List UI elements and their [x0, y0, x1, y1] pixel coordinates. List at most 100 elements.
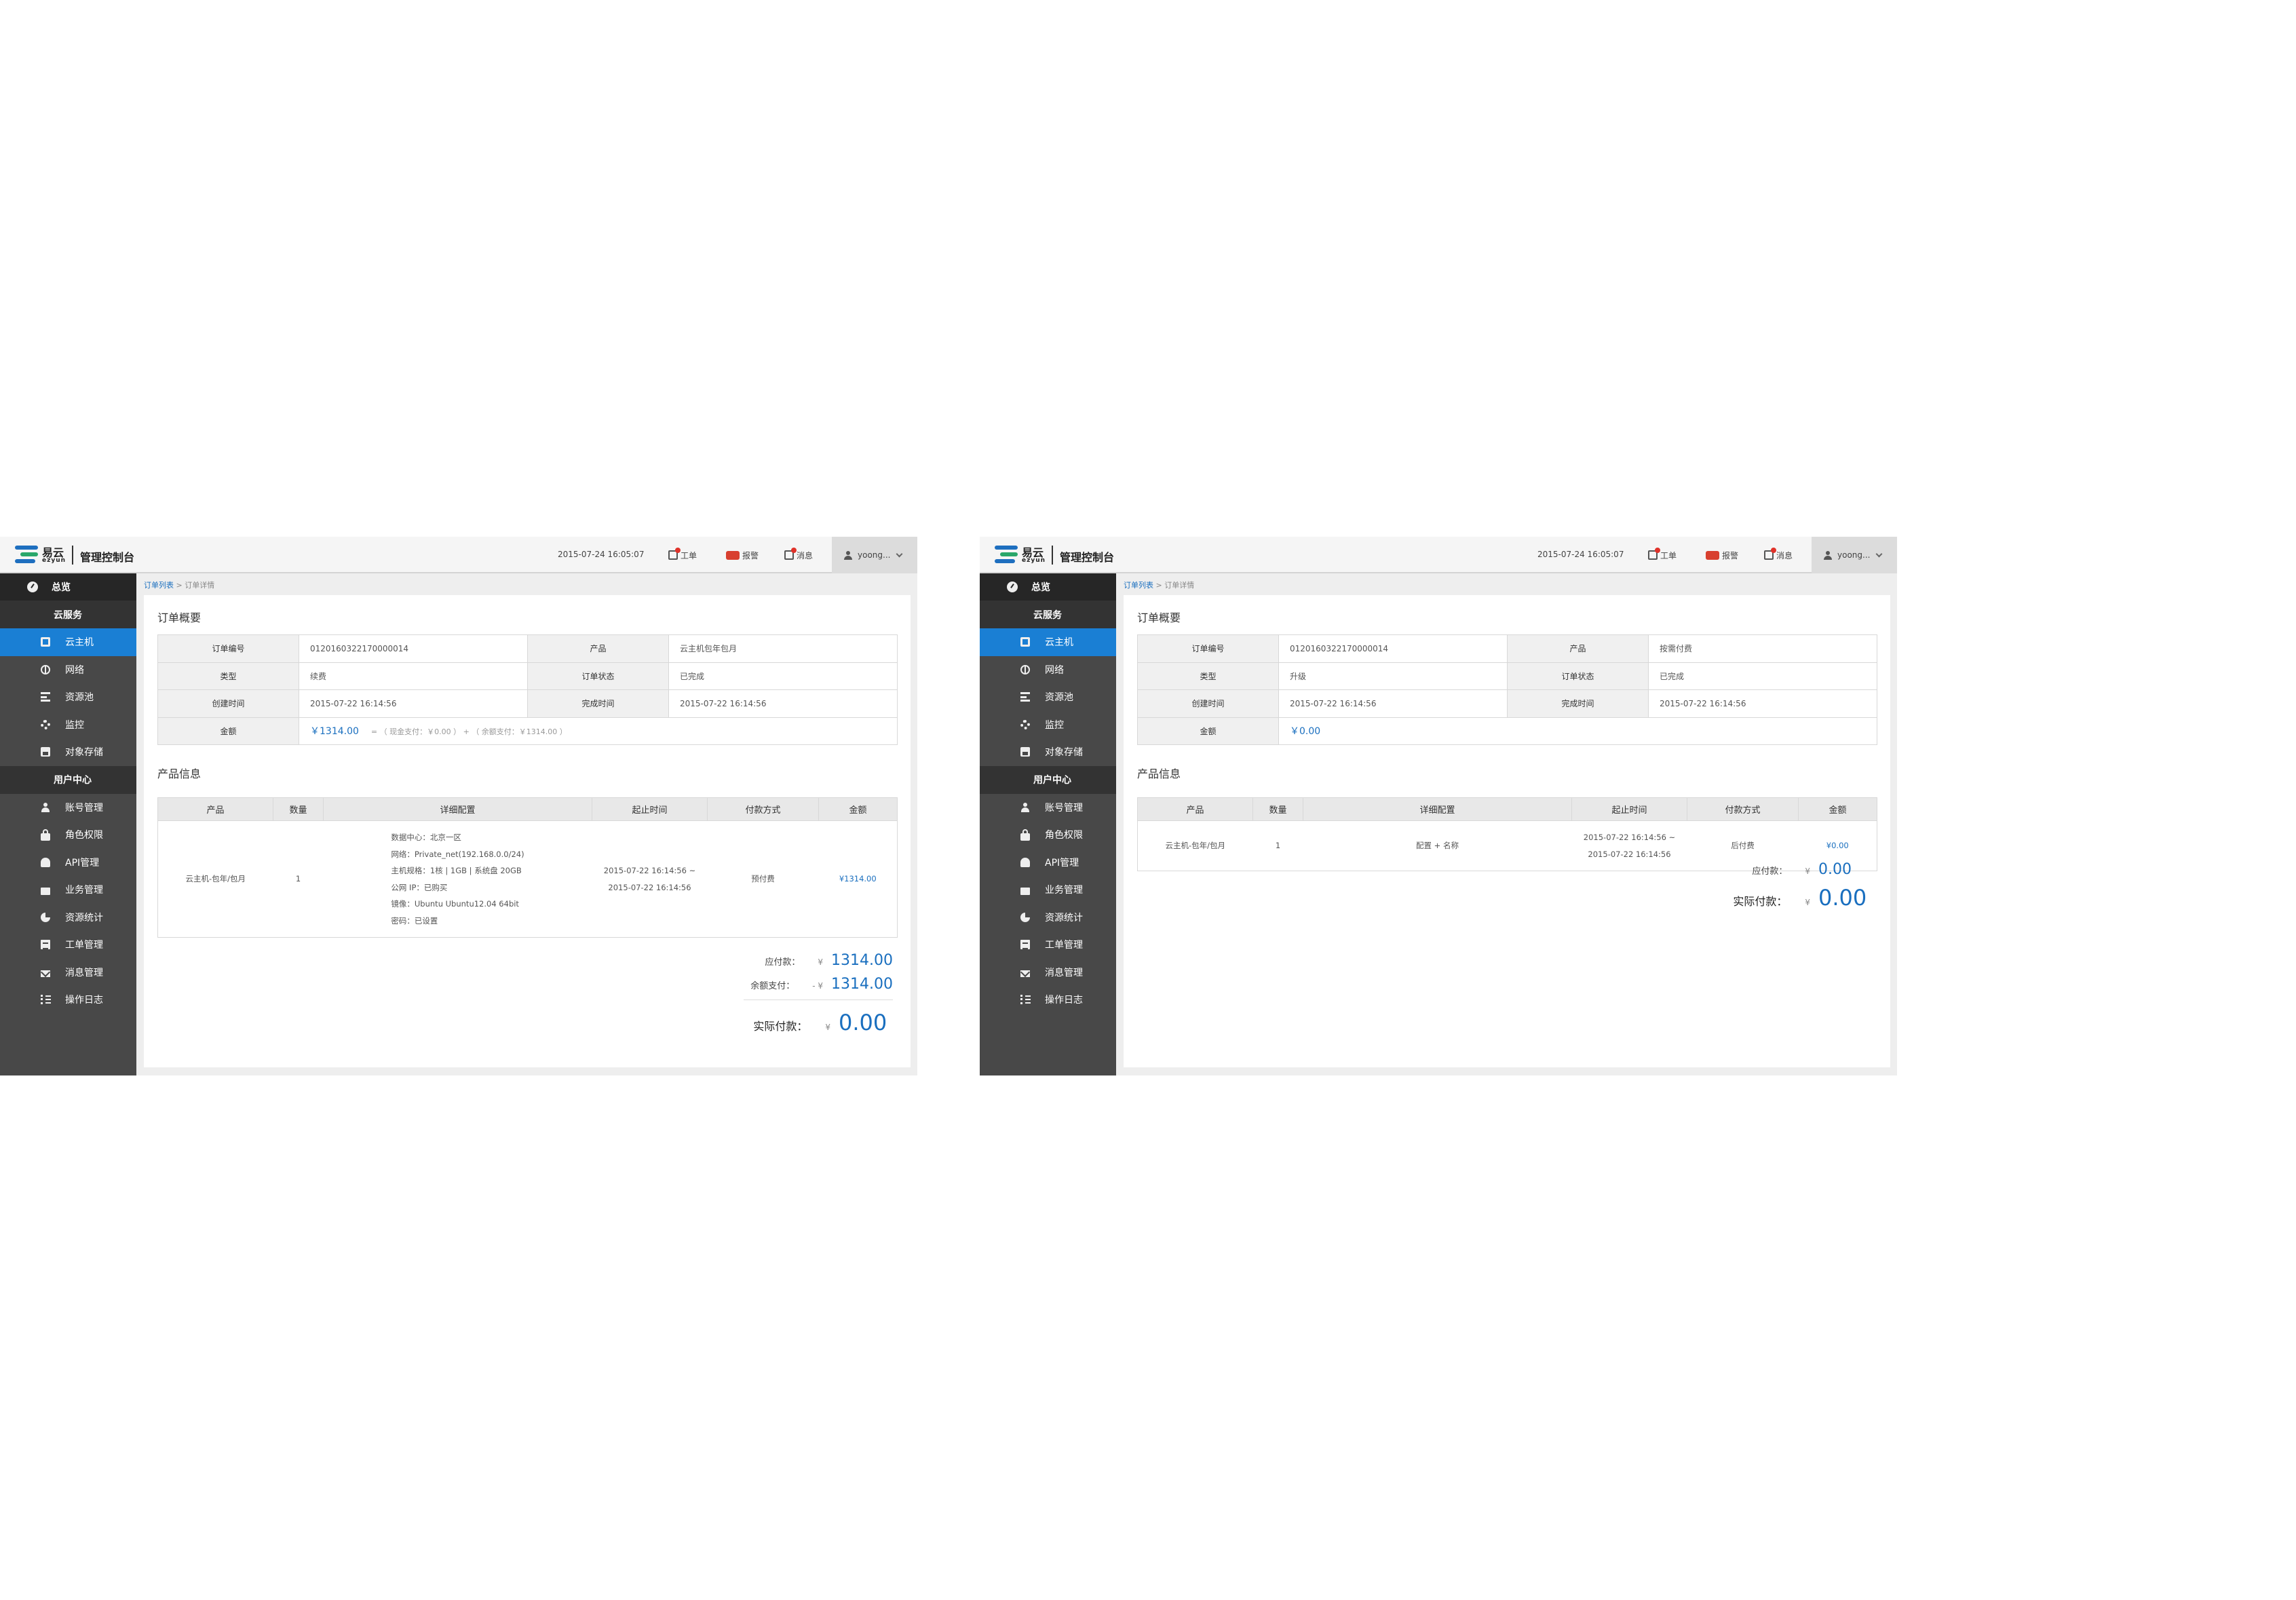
ticket-button[interactable]: 工单 — [668, 545, 697, 565]
created-value: 2015-07-22 16:14:56 — [1278, 689, 1508, 718]
detail-config-line: 配置 + 名称 — [1416, 841, 1459, 851]
sidebar-item-user-0[interactable]: 账号管理 — [0, 794, 136, 822]
current-datetime: 2015-07-24 16:05:07 — [558, 550, 645, 559]
status-value: 已完成 — [668, 662, 898, 690]
payable-row: 应付款： ¥1314.00 — [744, 952, 893, 969]
sidebar-section-user-center[interactable]: 用户中心 — [0, 765, 136, 794]
chevron-down-icon — [896, 550, 903, 557]
status-label: 订单状态 — [1507, 662, 1649, 690]
quantity-cell: 1 — [273, 820, 324, 938]
breadcrumb-order-list-link[interactable]: 订单列表 — [1124, 581, 1153, 590]
ticket-icon — [1648, 548, 1660, 560]
type-value: 续费 — [299, 662, 528, 690]
sidebar-item-label: 消息管理 — [65, 967, 103, 978]
sidebar-item-cloud-3[interactable]: 监控 — [0, 711, 136, 739]
ticket-label: 工单 — [1660, 550, 1677, 560]
sidebar-item-user-6[interactable]: 消息管理 — [980, 959, 1116, 987]
sidebar-item-user-7[interactable]: 操作日志 — [980, 986, 1116, 1014]
sidebar-item-user-1[interactable]: 角色权限 — [980, 821, 1116, 849]
sidebar-item-cloud-2[interactable]: 资源池 — [980, 683, 1116, 711]
balance-currency: - ¥ — [812, 981, 824, 991]
sidebar-item-user-6[interactable]: 消息管理 — [0, 959, 136, 987]
resource-pool-icon — [41, 692, 50, 702]
sidebar-item-overview[interactable]: 总览 — [0, 573, 136, 601]
sidebar-item-user-3[interactable]: 业务管理 — [0, 876, 136, 904]
order-summary-table: 订单编号 0120160322170000014 产品 按需付费 类型 升级 订… — [1137, 634, 1877, 745]
gear-icon — [41, 719, 50, 729]
sidebar-item-label: 工单管理 — [65, 940, 103, 951]
message-label: 消息 — [797, 550, 814, 560]
sidebar-item-user-4[interactable]: 资源统计 — [980, 904, 1116, 932]
sidebar-item-user-2[interactable]: API管理 — [0, 849, 136, 877]
message-button[interactable]: 消息 — [784, 545, 813, 565]
sidebar-section-cloud-services[interactable]: 云服务 — [980, 601, 1116, 628]
ticket-button[interactable]: 工单 — [1648, 545, 1677, 565]
alarm-button[interactable]: 报警 — [1706, 545, 1738, 565]
breadcrumb-current: 订单详情 — [185, 581, 215, 590]
user-menu[interactable]: yoong... — [1812, 537, 1897, 573]
sidebar-item-label: 对象存储 — [1045, 747, 1083, 759]
sidebar-item-cloud-1[interactable]: 网络 — [980, 656, 1116, 684]
sidebar-item-user-3[interactable]: 业务管理 — [980, 876, 1116, 904]
sidebar-item-cloud-4[interactable]: 对象存储 — [980, 738, 1116, 766]
sidebar-item-label: API管理 — [65, 857, 100, 869]
column-header: 产品 — [1137, 797, 1253, 821]
breadcrumb-order-list-link[interactable]: 订单列表 — [144, 581, 174, 590]
sidebar-item-cloud-0[interactable]: 云主机 — [0, 628, 136, 656]
ezyun-logo-icon[interactable] — [995, 545, 1018, 565]
sidebar-item-user-5[interactable]: 工单管理 — [980, 931, 1116, 959]
payable-label: 应付款： — [765, 957, 801, 968]
finished-value: 2015-07-22 16:14:56 — [668, 689, 898, 718]
brand-divider — [1052, 546, 1053, 565]
alarm-button[interactable]: 报警 — [726, 545, 759, 565]
sidebar-item-cloud-4[interactable]: 对象存储 — [0, 738, 136, 766]
console-title: 管理控制台 — [80, 551, 135, 564]
order-no-value: 0120160322170000014 — [1278, 634, 1508, 663]
detail-config-line: 主机规格：1核 | 1GB | 系统盘 20GB — [391, 866, 522, 875]
sidebar-item-label: 操作日志 — [1045, 995, 1083, 1006]
api-icon — [1020, 857, 1030, 867]
order-summary-title: 订单概要 — [157, 611, 202, 624]
sidebar-item-label: 角色权限 — [1045, 830, 1083, 841]
sidebar-item-user-4[interactable]: 资源统计 — [0, 904, 136, 932]
column-header: 详细配置 — [323, 797, 592, 821]
sidebar-item-cloud-0[interactable]: 云主机 — [980, 628, 1116, 656]
sidebar-item-label: 工单管理 — [1045, 940, 1083, 951]
sidebar-item-cloud-3[interactable]: 监控 — [980, 711, 1116, 739]
sidebar-item-label: 云主机 — [65, 637, 94, 649]
sidebar-item-label: 操作日志 — [65, 995, 103, 1006]
breadcrumb-separator: > — [1153, 581, 1165, 590]
sidebar-item-user-1[interactable]: 角色权限 — [0, 821, 136, 849]
sidebar-item-label: 业务管理 — [65, 885, 103, 896]
sidebar-item-label: 消息管理 — [1045, 967, 1083, 978]
sidebar-item-cloud-1[interactable]: 网络 — [0, 656, 136, 684]
sidebar-item-user-0[interactable]: 账号管理 — [980, 794, 1116, 822]
balance-row: 余额支付： - ¥ 1314.00 — [744, 976, 893, 993]
sidebar-item-user-2[interactable]: API管理 — [980, 849, 1116, 877]
order-no-value: 0120160322170000014 — [299, 634, 528, 663]
sidebar-section-cloud-services[interactable]: 云服务 — [0, 601, 136, 628]
ezyun-logo-icon[interactable] — [15, 545, 38, 565]
globe-icon — [41, 664, 50, 674]
list-icon — [41, 995, 51, 1005]
sidebar-item-label: 云主机 — [1045, 637, 1073, 649]
message-button[interactable]: 消息 — [1764, 545, 1793, 565]
list-icon — [1020, 995, 1031, 1005]
sidebar-item-user-7[interactable]: 操作日志 — [0, 986, 136, 1014]
dashboard-icon — [1007, 582, 1018, 592]
created-label: 创建时间 — [157, 689, 299, 718]
product-info-title: 产品信息 — [1137, 767, 1181, 780]
sidebar-item-overview[interactable]: 总览 — [980, 573, 1116, 601]
user-menu[interactable]: yoong... — [832, 537, 917, 573]
finished-label: 完成时间 — [527, 689, 669, 718]
column-header: 付款方式 — [1687, 797, 1799, 821]
order-summary-table: 订单编号 0120160322170000014 产品 云主机包年包月 类型 续… — [157, 634, 898, 745]
sidebar-item-cloud-2[interactable]: 资源池 — [0, 683, 136, 711]
table-row: 云主机-包年/包月 1 数据中心：北京一区 网络：Private_net(192.… — [157, 820, 898, 938]
alarm-icon — [726, 550, 740, 560]
amount-breakdown: = （ 现金支付：￥0.00 ） + （ 余额支付：￥1314.00 ） — [370, 727, 567, 737]
dashboard-icon — [27, 582, 38, 592]
sidebar-section-user-center[interactable]: 用户中心 — [980, 765, 1116, 794]
sidebar-item-user-5[interactable]: 工单管理 — [0, 931, 136, 959]
column-header: 金额 — [1798, 797, 1877, 821]
